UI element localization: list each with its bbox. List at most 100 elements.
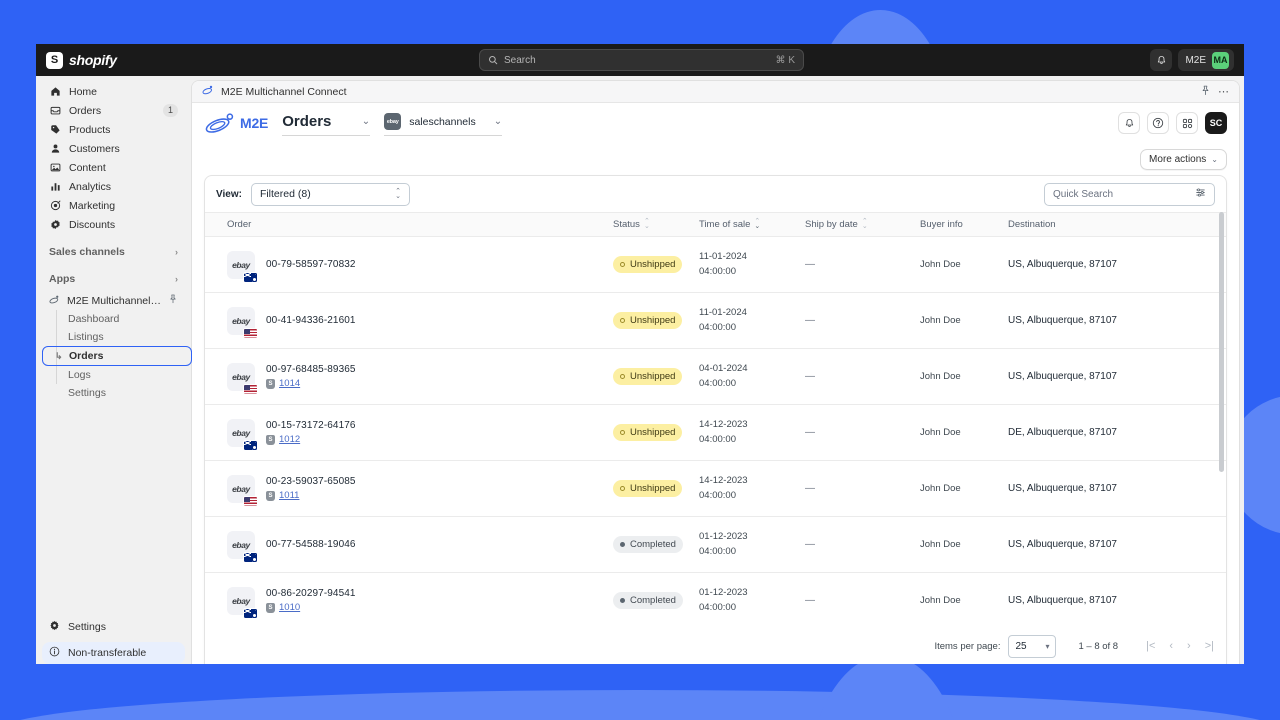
shopify-order-link[interactable]: 1012	[279, 434, 300, 445]
shopify-order-link[interactable]: 1011	[279, 490, 299, 501]
marketplace-icon: ebay	[227, 531, 255, 559]
sale-date: 14-12-2023	[699, 474, 805, 488]
sort-icon[interactable]: ⌃⌄	[644, 220, 650, 229]
sidebar-item-analytics[interactable]: Analytics	[42, 177, 185, 196]
sale-date: 04-01-2024	[699, 362, 805, 376]
col-order[interactable]: Order	[205, 213, 613, 237]
sidebar-group-sales-channels[interactable]: Sales channels ›	[42, 242, 185, 261]
cell-order: ebay 00-41-94336-21601	[205, 293, 613, 349]
filter-sliders-icon[interactable]	[1195, 185, 1206, 203]
gear-icon	[49, 620, 60, 634]
sidebar-item-dashboard[interactable]: Dashboard	[42, 310, 185, 328]
sidebar-item-logs[interactable]: Logs	[42, 366, 185, 384]
m2e-logo-text: M2E	[240, 115, 268, 131]
ellipsis-icon[interactable]: ⋯	[1218, 85, 1229, 98]
sidebar-item-marketing[interactable]: Marketing	[42, 196, 185, 215]
table-row[interactable]: ebay 00-77-54588-19046 Completed 01-12-2…	[205, 517, 1226, 573]
sidebar-sub-label: Dashboard	[68, 313, 119, 325]
more-actions-button[interactable]: More actions ⌄	[1140, 149, 1227, 170]
last-page-button[interactable]: >|	[1205, 640, 1214, 652]
col-status[interactable]: Status ⌃⌄	[613, 213, 699, 237]
sidebar-item-settings[interactable]: Settings	[42, 617, 185, 636]
app-notifications-button[interactable]	[1118, 112, 1140, 134]
non-transferable-banner[interactable]: Non-transferable	[42, 642, 185, 664]
table-row[interactable]: ebay 00-15-73172-64176 S 1012 Unshipped …	[205, 405, 1226, 461]
marketplace-icon: ebay	[227, 419, 255, 447]
shopify-order-link[interactable]: 1010	[279, 602, 300, 613]
ship-by-date: —	[805, 315, 815, 326]
shopify-logo[interactable]: S shopify	[46, 52, 117, 69]
sidebar-item-orders-app[interactable]: Orders	[42, 346, 192, 366]
sidebar-item-listings[interactable]: Listings	[42, 328, 185, 346]
sort-icon[interactable]: ⌃⌄	[754, 220, 760, 229]
sale-date: 01-12-2023	[699, 530, 805, 544]
ebay-icon: ebay	[232, 596, 250, 606]
help-button[interactable]	[1147, 112, 1169, 134]
cell-time-of-sale: 11-01-2024 04:00:00	[699, 293, 805, 349]
status-label: Unshipped	[630, 371, 675, 382]
table-row[interactable]: ebay 00-41-94336-21601 Unshipped 11-01-2…	[205, 293, 1226, 349]
m2e-watermark-logo	[1049, 664, 1071, 692]
ship-by-date: —	[805, 259, 815, 270]
items-per-page-select[interactable]: 25 ▾	[1008, 635, 1056, 658]
sidebar-item-orders[interactable]: Orders 1	[42, 101, 185, 120]
sidebar-item-discounts[interactable]: Discounts	[42, 215, 185, 234]
cell-order: ebay 00-23-59037-65085 S 1011	[205, 461, 613, 517]
sidebar-item-settings-app[interactable]: Settings	[42, 384, 185, 402]
pin-icon[interactable]	[1200, 85, 1211, 99]
shopify-order-link-wrap[interactable]: S 1014	[266, 378, 356, 389]
col-time-of-sale[interactable]: Time of sale ⌃⌄	[699, 213, 805, 237]
table-scrollbar[interactable]	[1219, 212, 1224, 472]
avatar: MA	[1212, 52, 1229, 69]
page-select[interactable]: Orders ⌄	[282, 110, 370, 136]
shopify-order-link-wrap[interactable]: S 1011	[266, 490, 356, 501]
destination: DE, Albuquerque, 87107	[1008, 427, 1117, 438]
quick-search-input[interactable]: Quick Search	[1044, 183, 1215, 206]
sidebar-item-products[interactable]: Products	[42, 120, 185, 139]
info-icon	[49, 646, 60, 660]
cell-ship-by-date: —	[805, 573, 920, 629]
m2e-logo: M2E	[204, 112, 268, 134]
col-ship-by-date[interactable]: Ship by date ⌃⌄	[805, 213, 920, 237]
pagination-bar: Items per page: 25 ▾ 1 – 8 of 8 |< ‹ › >…	[205, 628, 1226, 664]
apps-grid-button[interactable]	[1176, 112, 1198, 134]
shopify-order-link-wrap[interactable]: S 1012	[266, 434, 356, 445]
global-search-input[interactable]: Search ⌘ K	[479, 49, 804, 71]
sidebar-group-apps[interactable]: Apps ›	[42, 269, 185, 288]
shopify-order-link-wrap[interactable]: S 1010	[266, 602, 356, 613]
sidebar-app-m2e[interactable]: M2E Multichannel Co...	[42, 291, 185, 310]
notifications-button[interactable]	[1150, 49, 1172, 71]
status-label: Unshipped	[630, 259, 675, 270]
account-button[interactable]: M2E MA	[1178, 49, 1234, 71]
app-avatar[interactable]: SC	[1205, 112, 1227, 134]
sidebar-sub-label: Orders	[69, 350, 103, 362]
table-row[interactable]: ebay 00-86-20297-94541 S 1010 Completed …	[205, 573, 1226, 629]
shopify-order-link[interactable]: 1014	[279, 378, 300, 389]
table-row[interactable]: ebay 00-97-68485-89365 S 1014 Unshipped …	[205, 349, 1226, 405]
col-destination: Destination	[1008, 213, 1226, 237]
pin-icon[interactable]	[168, 294, 178, 307]
view-select[interactable]: Filtered (8) ⌃⌄	[251, 183, 410, 206]
status-dot-icon	[620, 374, 625, 379]
content-icon	[49, 162, 61, 173]
table-row[interactable]: ebay 00-79-58597-70832 Unshipped 11-01-2…	[205, 237, 1226, 293]
next-page-button[interactable]: ›	[1187, 640, 1191, 652]
chevron-down-icon: ⌄	[1211, 155, 1218, 164]
cell-ship-by-date: —	[805, 349, 920, 405]
sidebar-item-customers[interactable]: Customers	[42, 139, 185, 158]
status-badge: Unshipped	[613, 480, 682, 497]
cell-time-of-sale: 01-12-2023 04:00:00	[699, 573, 805, 629]
channel-select[interactable]: ebay saleschannels ⌄	[384, 110, 502, 136]
table-row[interactable]: ebay 00-23-59037-65085 S 1011 Unshipped …	[205, 461, 1226, 517]
sidebar-item-content[interactable]: Content	[42, 158, 185, 177]
cell-ship-by-date: —	[805, 293, 920, 349]
first-page-button[interactable]: |<	[1146, 640, 1155, 652]
store-name: M2E	[1185, 55, 1206, 66]
destination: US, Albuquerque, 87107	[1008, 315, 1117, 326]
sort-icon[interactable]: ⌃⌄	[862, 220, 868, 229]
status-dot-icon	[620, 262, 625, 267]
sidebar-item-home[interactable]: Home	[42, 82, 185, 101]
country-flag-icon	[244, 609, 257, 618]
prev-page-button[interactable]: ‹	[1169, 640, 1173, 652]
destination: US, Albuquerque, 87107	[1008, 259, 1117, 270]
